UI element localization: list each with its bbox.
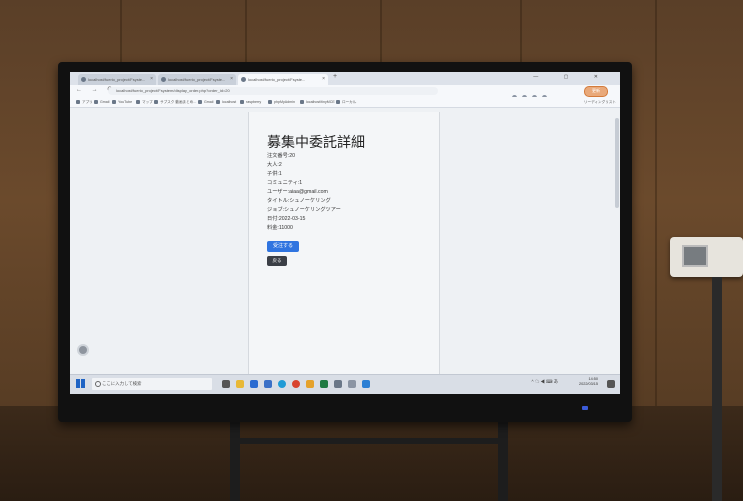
page-content: 募集中委託詳細 注文番号:20 大人:2 子供:1 コミュニティ:1 ユーザー:… xyxy=(70,108,620,375)
tv-stand-bar xyxy=(230,438,508,444)
bookmark-item[interactable]: localhost xyxy=(216,98,236,106)
tab-3-active[interactable]: localhost/fuerio_project/Fsyste... × xyxy=(238,74,328,85)
bookmark-item[interactable]: raspberry xyxy=(240,98,261,106)
taskbar-search-input[interactable]: ここに入力して検索 xyxy=(92,378,212,390)
profile-update-button[interactable]: 更新 xyxy=(584,86,608,97)
bookmark-item[interactable]: アプリ xyxy=(76,98,93,106)
bookmark-item[interactable]: phpMyAdmin xyxy=(268,98,295,106)
device-pole xyxy=(712,277,722,501)
windows-taskbar: ここに入力して検索 ^ ☁ ◀ ⌨ あ 14:50 2022/03/15 xyxy=(70,374,620,394)
bookmarks-bar: アプリ Gmail YouTube マップ サブスク 動画まとめ... Gmai… xyxy=(70,97,620,108)
tab-1[interactable]: localhost/fuerio_project/Fsyste... × xyxy=(78,74,156,85)
favicon-icon xyxy=(81,77,86,82)
info-price: 料金:11000 xyxy=(267,225,293,231)
windows-start-icon[interactable] xyxy=(76,379,85,388)
app-icon[interactable] xyxy=(348,380,356,388)
screen: localhost/fuerio_project/Fsyste... × loc… xyxy=(70,72,620,394)
bookmark-item[interactable]: サブスク 動画まとめ... xyxy=(154,98,196,106)
tab-2[interactable]: localhost/fuerio_project/Fsyste... × xyxy=(158,74,236,85)
tab-label: localhost/fuerio_project/Fsyste... xyxy=(248,77,306,82)
photos-icon[interactable] xyxy=(306,380,314,388)
floating-touch-button[interactable] xyxy=(77,344,89,356)
task-view-icon[interactable] xyxy=(222,380,230,388)
toolbar-icons xyxy=(512,87,572,100)
bookmark-item[interactable]: ローカル xyxy=(336,98,356,106)
profile-label: 更新 xyxy=(592,88,600,93)
info-date: 日付:2022-03-15 xyxy=(267,216,306,222)
tv-stand-right xyxy=(498,420,508,501)
info-community: コミュニティ:1 xyxy=(267,180,303,186)
system-tray[interactable]: ^ ☁ ◀ ⌨ あ xyxy=(532,379,558,385)
bookmark-item[interactable]: YouTube xyxy=(112,98,132,106)
window-controls[interactable]: — ▢ ✕ xyxy=(533,74,610,80)
chrome-icon[interactable] xyxy=(292,380,300,388)
mail-icon[interactable] xyxy=(250,380,258,388)
info-children: 子供:1 xyxy=(267,171,282,177)
excel-icon[interactable] xyxy=(320,380,328,388)
info-adults: 大人:2 xyxy=(267,162,282,168)
file-explorer-icon[interactable] xyxy=(236,380,244,388)
info-order-id: 注文番号:20 xyxy=(267,153,295,159)
edge-icon[interactable] xyxy=(278,380,286,388)
tab-strip: localhost/fuerio_project/Fsyste... × loc… xyxy=(70,72,620,85)
notification-icon[interactable] xyxy=(607,380,615,388)
clock-date: 2022/03/15 xyxy=(578,382,598,386)
tab-label: localhost/fuerio_project/Fsyste... xyxy=(88,77,146,82)
close-icon[interactable]: × xyxy=(150,74,153,85)
tv-power-led xyxy=(582,406,588,410)
store-icon[interactable] xyxy=(264,380,272,388)
bookmark-item[interactable]: マップ xyxy=(136,98,153,106)
vscode-icon[interactable] xyxy=(362,380,370,388)
accept-order-button[interactable]: 受注する xyxy=(267,241,299,252)
settings-icon[interactable] xyxy=(334,380,342,388)
bookmark-item[interactable]: localhost/tinyMCE xyxy=(300,98,335,106)
close-icon[interactable]: × xyxy=(322,74,325,85)
favicon-icon xyxy=(161,77,166,82)
favicon-icon xyxy=(241,77,246,82)
tab-label: localhost/fuerio_project/Fsyste... xyxy=(168,77,226,82)
info-job: ジョブ:シュノーケリングツアー xyxy=(267,207,341,213)
tv-monitor: localhost/fuerio_project/Fsyste... × loc… xyxy=(58,62,632,422)
close-icon[interactable]: × xyxy=(230,74,233,85)
side-device xyxy=(670,237,743,277)
info-title: タイトル:シュノーケリング xyxy=(267,198,331,204)
info-user: ユーザー:aiaa@gmail.com xyxy=(267,189,328,195)
page-title: 募集中委託詳細 xyxy=(267,134,365,150)
address-bar-row: ← → C localhost/fuerio_project/Fsystem/d… xyxy=(70,85,620,100)
new-tab-button[interactable]: + xyxy=(333,73,337,80)
taskbar-clock[interactable]: 14:50 2022/03/15 xyxy=(579,377,598,387)
back-button[interactable]: 戻る xyxy=(267,256,287,266)
url-input[interactable]: localhost/fuerio_project/Fsystem/display… xyxy=(108,87,438,95)
bookmark-item[interactable]: Gmail xyxy=(94,98,109,106)
scrollbar[interactable] xyxy=(615,118,619,208)
reading-list-button[interactable]: リーディングリスト xyxy=(584,98,616,106)
order-detail-card: 募集中委託詳細 注文番号:20 大人:2 子供:1 コミュニティ:1 ユーザー:… xyxy=(248,112,440,375)
tv-stand-left xyxy=(230,420,240,501)
bookmark-item[interactable]: Gmail xyxy=(198,98,213,106)
